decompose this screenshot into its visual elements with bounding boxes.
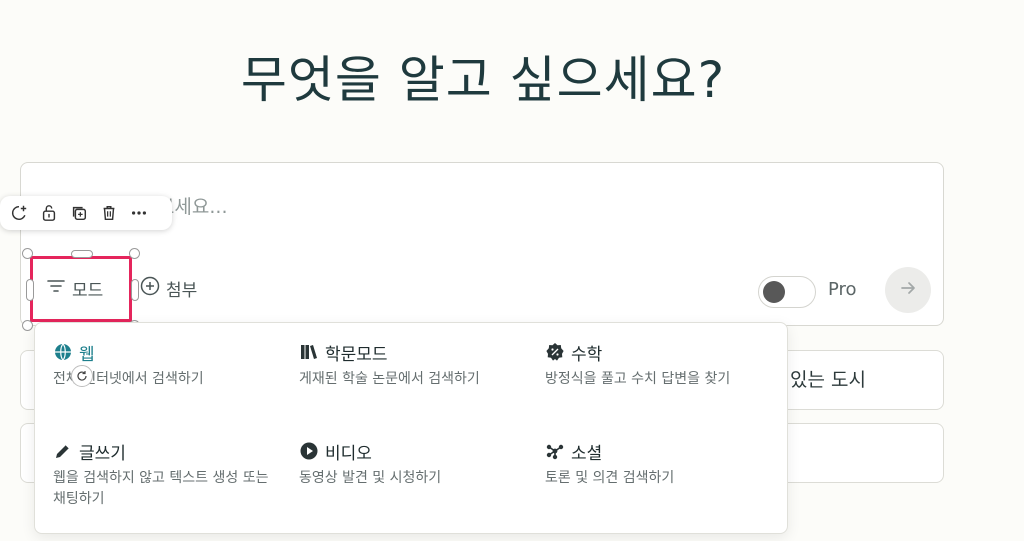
plus-circle-icon — [140, 276, 160, 301]
page-title: 무엇을 알고 싶으세요? — [240, 51, 726, 109]
mode-option-label: 비디오 — [325, 443, 372, 464]
attach-button[interactable]: 첨부 — [140, 276, 197, 301]
books-icon — [299, 342, 319, 362]
add-comment-icon[interactable] — [8, 202, 30, 224]
resize-handle[interactable] — [22, 248, 33, 259]
toggle-knob — [763, 281, 785, 303]
math-icon — [545, 342, 565, 362]
pro-toggle[interactable] — [758, 276, 816, 308]
rotate-handle-icon[interactable] — [71, 365, 93, 387]
mode-menu: 웹 전체 인터넷에서 검색하기 학문모드 게재된 학술 논문에서 검색하기 수학… — [34, 322, 788, 534]
element-toolbar — [0, 196, 172, 230]
attach-label: 첨부 — [166, 281, 198, 301]
mode-option-math[interactable]: 수학 방정식을 풀고 수치 답변을 찾기 — [545, 339, 775, 390]
mode-option-desc: 토론 및 의견 검색하기 — [545, 470, 675, 486]
mode-option-label: 소셜 — [571, 443, 603, 464]
mode-option-label: 웹 — [79, 344, 95, 365]
submit-button[interactable] — [885, 267, 931, 313]
pro-label: Pro — [828, 279, 857, 300]
mode-option-label: 글쓰기 — [79, 443, 126, 464]
resize-handle[interactable] — [71, 250, 93, 258]
mode-option-writing[interactable]: 글쓰기 웹을 검색하지 않고 텍스트 생성 또는 채팅하기 — [53, 438, 283, 510]
globe-icon — [53, 342, 73, 362]
resize-handle[interactable] — [129, 248, 140, 259]
arrow-right-icon — [898, 278, 918, 302]
mode-option-desc: 동영상 발견 및 시청하기 — [299, 470, 442, 486]
selection-frame — [30, 256, 132, 322]
trash-icon[interactable] — [98, 202, 120, 224]
mode-option-label: 학문모드 — [325, 344, 388, 365]
unlock-icon[interactable] — [38, 202, 60, 224]
resize-handle[interactable] — [131, 279, 139, 301]
mode-option-academic[interactable]: 학문모드 게재된 학술 논문에서 검색하기 — [299, 339, 529, 390]
duplicate-icon[interactable] — [68, 202, 90, 224]
mode-option-label: 수학 — [571, 344, 603, 365]
mode-option-video[interactable]: 비디오 동영상 발견 및 시청하기 — [299, 438, 529, 489]
resize-handle[interactable] — [26, 279, 34, 301]
mode-option-social[interactable]: 소셜 토론 및 의견 검색하기 — [545, 438, 775, 489]
mode-option-desc: 방정식을 풀고 수치 답변을 찾기 — [545, 371, 731, 387]
resize-handle[interactable] — [22, 320, 33, 331]
mode-option-desc: 웹을 검색하지 않고 텍스트 생성 또는 채팅하기 — [53, 470, 269, 507]
pencil-icon — [53, 441, 73, 461]
network-icon — [545, 441, 565, 461]
play-icon — [299, 441, 319, 461]
mode-option-desc: 게재된 학술 논문에서 검색하기 — [299, 371, 480, 387]
suggestion-text: 있는 도시 — [790, 369, 866, 391]
more-options-icon[interactable] — [128, 202, 150, 224]
